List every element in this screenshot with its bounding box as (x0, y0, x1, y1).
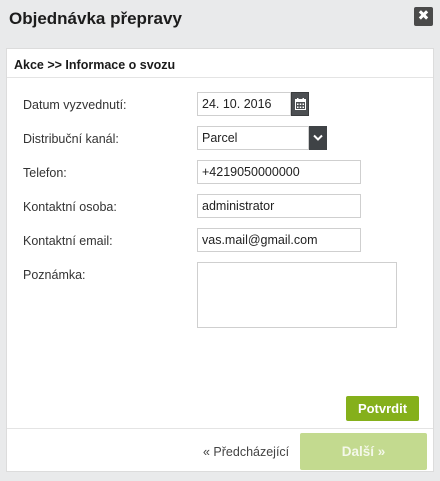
breadcrumb-divider (7, 77, 433, 78)
channel-select[interactable]: Parcel (197, 126, 309, 150)
close-button[interactable]: ✖ (414, 7, 433, 26)
confirm-button[interactable]: Potvrdit (346, 396, 419, 421)
footer-divider (7, 428, 433, 429)
note-label: Poznámka: (23, 268, 86, 282)
phone-input[interactable]: +4219050000000 (197, 160, 361, 184)
contact-email-input[interactable]: vas.mail@gmail.com (197, 228, 361, 252)
pickup-date-label: Datum vyzvednutí: (23, 98, 127, 112)
contact-email-label: Kontaktní email: (23, 234, 113, 248)
next-button[interactable]: Další » (300, 433, 427, 470)
date-picker-button[interactable] (291, 92, 309, 116)
dialog-titlebar: Objednávka přepravy ✖ (0, 0, 440, 40)
previous-link[interactable]: « Předcházející (203, 445, 289, 459)
breadcrumb: Akce >> Informace o svozu (14, 58, 176, 72)
contact-person-input[interactable]: administrator (197, 194, 361, 218)
note-textarea[interactable] (197, 262, 397, 328)
calendar-icon (295, 98, 306, 110)
pickup-date-input[interactable]: 24. 10. 2016 (197, 92, 291, 116)
chevron-down-icon (313, 134, 323, 141)
dialog-panel: Akce >> Informace o svozu Datum vyzvednu… (6, 48, 434, 472)
phone-label: Telefon: (23, 166, 67, 180)
close-icon: ✖ (417, 8, 430, 24)
channel-select-toggle[interactable] (309, 126, 327, 150)
channel-label: Distribuční kanál: (23, 132, 119, 146)
contact-person-label: Kontaktní osoba: (23, 200, 117, 214)
dialog-title: Objednávka přepravy (9, 9, 182, 28)
